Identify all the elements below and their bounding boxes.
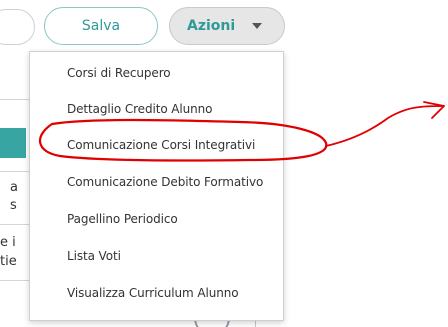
truncated-text: a xyxy=(10,180,18,195)
actions-dropdown-menu: Corsi di Recupero Dettaglio Credito Alun… xyxy=(29,51,284,321)
menu-item-comunicazione-debito[interactable]: Comunicazione Debito Formativo xyxy=(67,175,263,189)
truncated-text: tie xyxy=(0,254,17,269)
actions-dropdown-button[interactable]: Azioni xyxy=(169,7,285,45)
menu-item-lista-voti[interactable]: Lista Voti xyxy=(67,249,121,263)
menu-item-visualizza-curriculum[interactable]: Visualizza Curriculum Alunno xyxy=(67,286,239,300)
annotation-arrow-line xyxy=(325,105,445,147)
divider-line xyxy=(0,99,30,100)
actions-label: Azioni xyxy=(187,18,236,34)
menu-item-pagellino-periodico[interactable]: Pagellino Periodico xyxy=(67,212,178,226)
divider-line xyxy=(0,224,30,225)
menu-item-comunicazione-corsi-integrativi[interactable]: Comunicazione Corsi Integrativi xyxy=(67,138,255,152)
menu-item-dettaglio-credito[interactable]: Dettaglio Credito Alunno xyxy=(67,102,212,116)
truncated-text: s xyxy=(10,198,17,213)
screenshot-stage: a s e i tie Salva Azioni Corsi di Recupe… xyxy=(0,0,448,327)
save-button[interactable]: Salva xyxy=(44,7,158,45)
divider-line xyxy=(0,171,30,172)
partial-left-button[interactable] xyxy=(0,9,35,45)
divider-line xyxy=(0,280,30,281)
annotation-arrow-head xyxy=(423,101,445,119)
teal-header-strip xyxy=(0,128,26,158)
menu-item-corsi-recupero[interactable]: Corsi di Recupero xyxy=(67,66,171,80)
truncated-text: e i xyxy=(0,235,16,250)
caret-down-icon xyxy=(252,23,262,29)
